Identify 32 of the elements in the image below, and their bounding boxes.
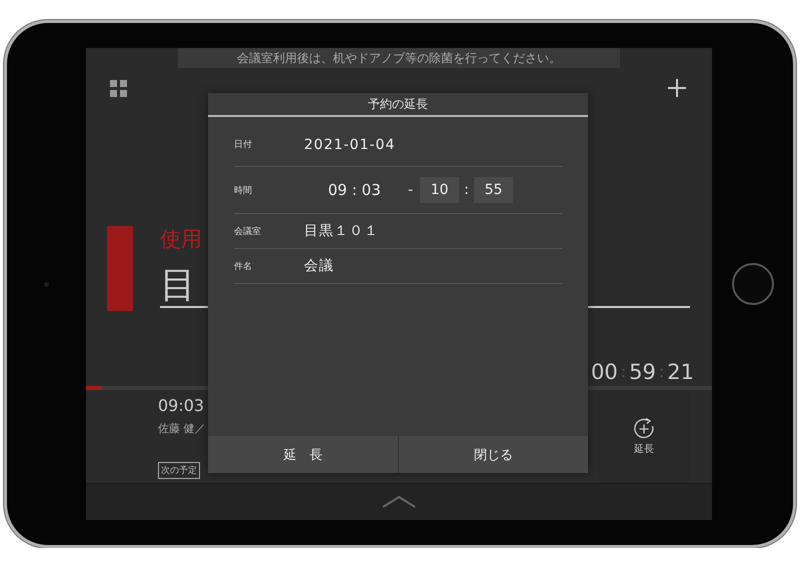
time-colon: : [463,182,470,198]
camera-icon [44,282,49,286]
minute-field[interactable]: 55 [474,177,513,203]
timer-colon: : [620,362,626,383]
timer-digits: 21 [667,360,694,384]
start-time: 09 : 03 [328,181,382,199]
chevron-up-icon[interactable] [382,496,416,508]
field-value: 2021-01-04 [304,136,396,152]
home-button[interactable] [732,263,774,305]
field-label: 時間 [234,184,253,196]
status-label: 使用 [160,226,202,253]
plus-icon[interactable] [668,79,686,97]
dialog-title: 予約の延長 [208,93,588,117]
time-dash: - [408,182,414,198]
add-cycle-icon [633,418,655,440]
close-button[interactable]: 閉じる [398,436,588,473]
next-badge: 次の予定 [158,462,200,479]
field-value: 目黒１０１ [304,222,379,240]
room-name: 目 [160,265,196,306]
meeting-time: 09:03 [158,396,204,415]
grid-icon[interactable] [110,80,127,96]
field-label: 日付 [234,138,253,151]
field-value: 会議 [304,257,334,275]
organizer-name: 佐藤 健／ [158,421,206,436]
timer-colon: : [658,362,664,383]
notice-banner: 会議室利用後は、机やドアノブ等の除菌を行ってください。 [178,48,620,68]
field-label: 件名 [234,260,253,272]
field-label: 会議室 [234,226,262,238]
extend-button[interactable]: 延 長 [208,436,398,473]
hour-field[interactable]: 10 [420,177,459,203]
timer-digits: 59 [629,360,656,384]
timer-digits: 00 [591,360,618,384]
